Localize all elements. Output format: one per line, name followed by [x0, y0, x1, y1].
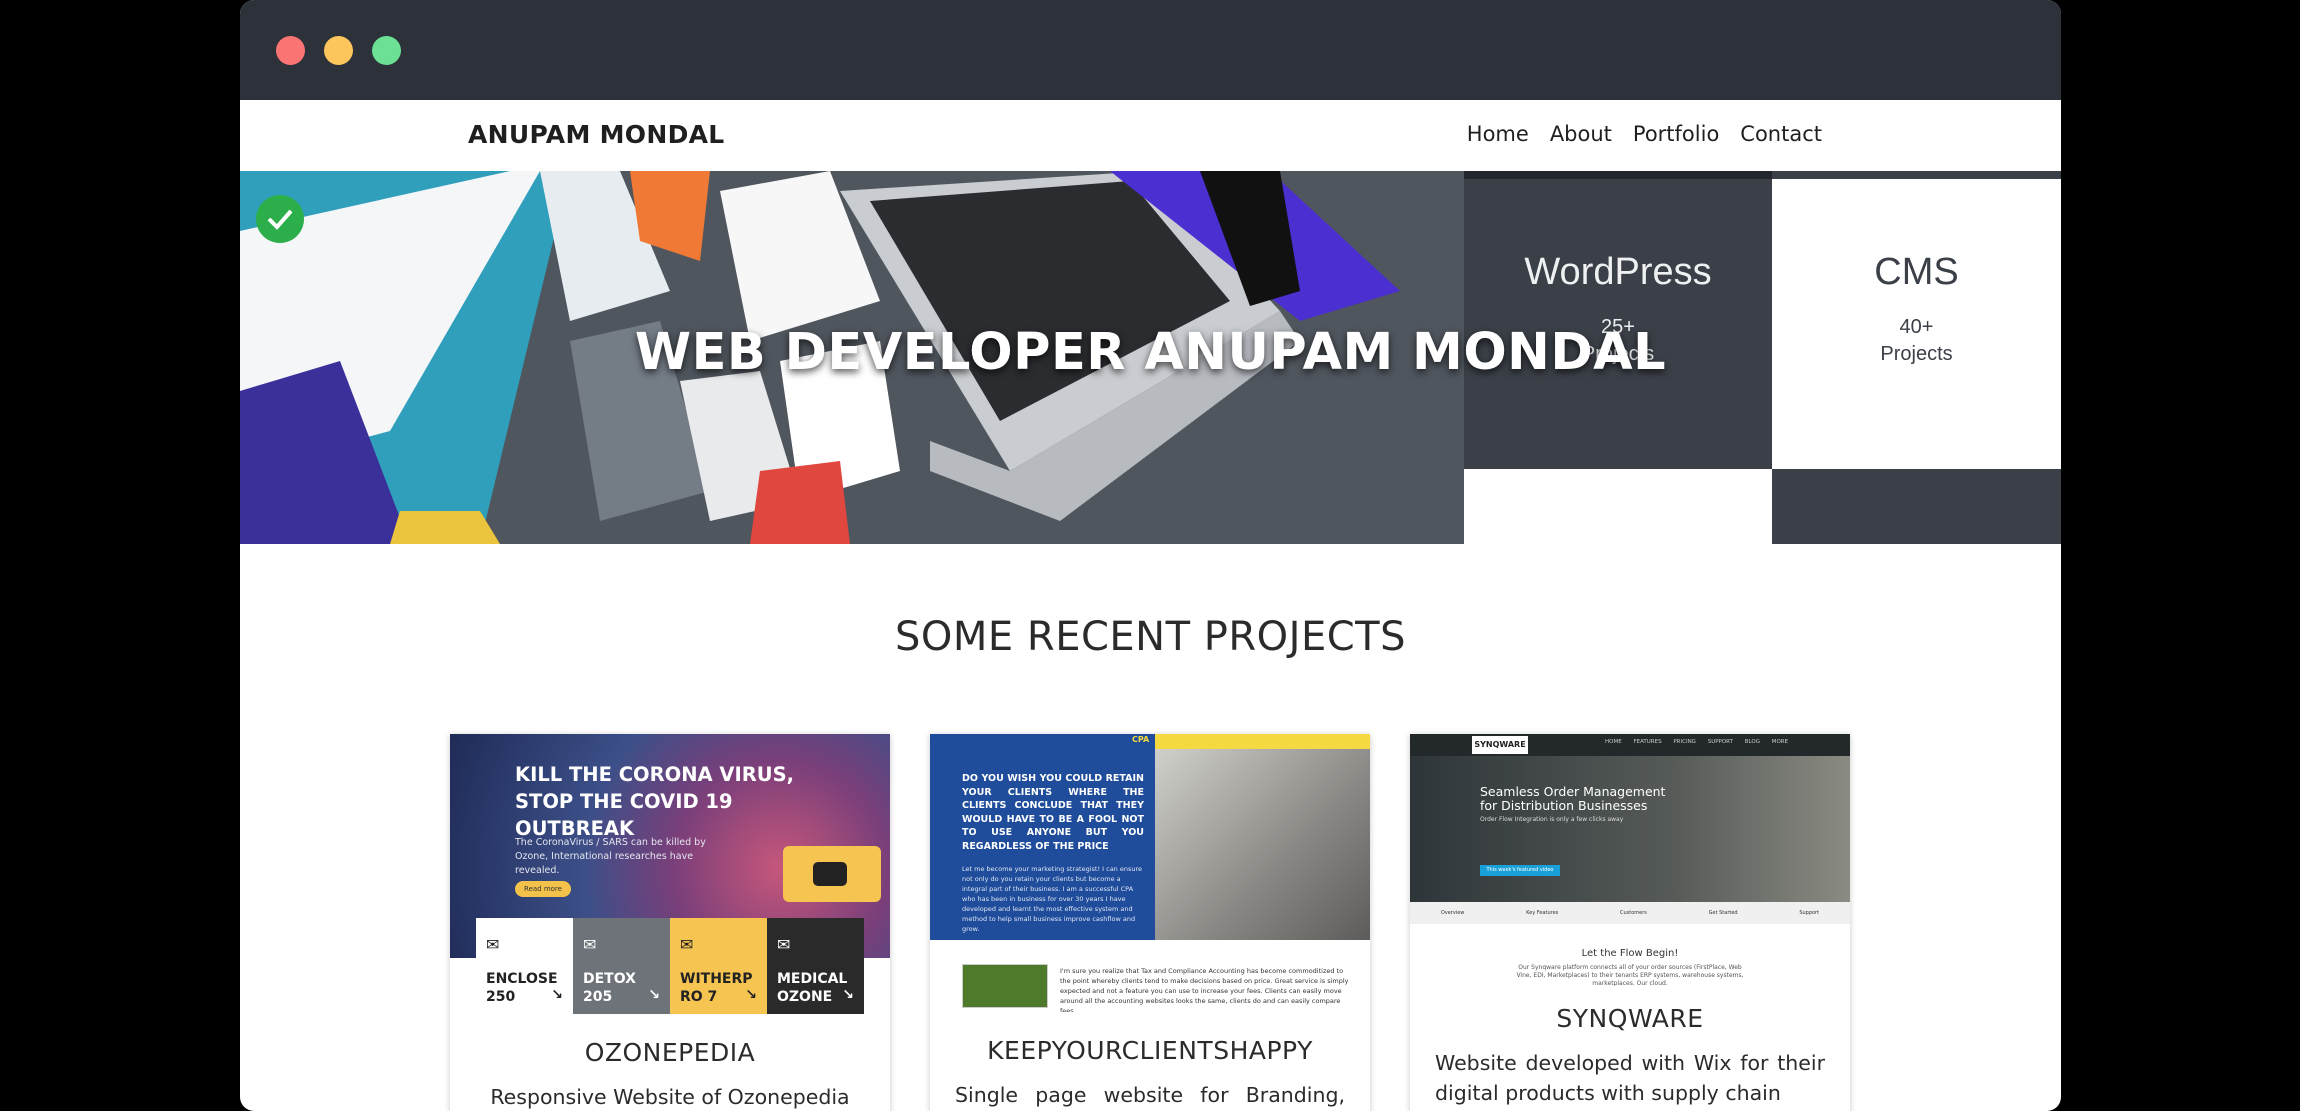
project-card-ozonepedia[interactable]: KILL THE CORONA VIRUS, STOP THE COVID 19…: [450, 734, 890, 1111]
nav-link-about[interactable]: About: [1550, 122, 1612, 146]
close-window-button[interactable]: [276, 36, 305, 65]
projects-heading: SOME RECENT PROJECTS: [895, 614, 1406, 660]
kyc-portrait-image: [962, 964, 1048, 1008]
product-tile-label: MEDICAL OZONE: [777, 971, 848, 1005]
synqware-tab: Overview: [1440, 910, 1465, 916]
synqware-menu-item: BLOG: [1744, 739, 1760, 745]
ozonepedia-headline: KILL THE CORONA VIRUS, STOP THE COVID 19…: [515, 763, 795, 840]
hero-title: WEB DEVELOPER ANUPAM MONDAL: [634, 323, 1667, 382]
nav-link-portfolio[interactable]: Portfolio: [1633, 122, 1719, 146]
ozonepedia-read-more-button: Read more: [515, 881, 571, 897]
site-navbar: ANUPAM MONDAL Home About Portfolio Conta…: [240, 100, 2061, 171]
kyc-cpa-badge: CPA: [1132, 735, 1150, 744]
synqware-video-button: This week's featured video: [1480, 865, 1560, 876]
project-description: Single page website for Branding,: [955, 1083, 1345, 1107]
synqware-tab: Support: [1799, 910, 1820, 916]
nav-link-home[interactable]: Home: [1467, 122, 1529, 146]
synqware-menu-item: SUPPORT: [1707, 739, 1733, 745]
project-card-synqware[interactable]: SYNQWARE HOME FEATURES PRICING SUPPORT B…: [1410, 734, 1850, 1111]
kyc-headline: DO YOU WISH YOU COULD RETAIN YOUR CLIENT…: [962, 773, 1144, 852]
project-description: Website developed with Wix for their dig…: [1435, 1051, 1825, 1105]
product-tile-label: DETOX 205: [583, 971, 636, 1005]
synqware-tabs: Overview Key Features Customers Get Star…: [1410, 902, 1850, 924]
ozonepedia-screenshot[interactable]: KILL THE CORONA VIRUS, STOP THE COVID 19…: [450, 734, 890, 1014]
synqware-menu-item: HOME: [1605, 739, 1622, 745]
product-tile: ✉ MEDICAL OZONE ↘: [767, 918, 864, 1014]
kyc-top-bar: [1155, 734, 1370, 749]
synqware-logo: SYNQWARE: [1472, 736, 1528, 754]
arrow-down-right-icon: ↘: [842, 987, 854, 1003]
product-tile: ✉ WITHERPRO 7 ↘: [670, 918, 767, 1014]
synqware-subtext: Order Flow Integration is only a few cli…: [1480, 816, 1624, 823]
kyc-body-secondary: I'm sure you realize that Tax and Compli…: [1060, 967, 1349, 1012]
synqware-menu-item: MORE: [1771, 739, 1789, 745]
synqware-screenshot[interactable]: SYNQWARE HOME FEATURES PRICING SUPPORT B…: [1410, 734, 1850, 986]
product-tile: ✉ ENCLOSE 250 ↘: [476, 918, 573, 1014]
envelope-icon: ✉: [486, 935, 500, 954]
arrow-down-right-icon: ↘: [648, 987, 660, 1003]
synqware-menu-item: PRICING: [1673, 739, 1696, 745]
project-title: KEEPYOURCLIENTSHAPPY: [987, 1036, 1313, 1065]
synqware-tab: Key Features: [1526, 910, 1559, 916]
project-title: SYNQWARE: [1556, 1004, 1704, 1033]
synqware-tab: Customers: [1620, 910, 1647, 916]
site-brand[interactable]: ANUPAM MONDAL: [468, 120, 725, 149]
product-tile-label: ENCLOSE 250: [486, 971, 558, 1005]
project-title: OZONEPEDIA: [584, 1038, 756, 1067]
wordpress-tile-title: WordPress: [1524, 251, 1712, 293]
project-description: Responsive Website of Ozonepedia with: [490, 1085, 850, 1109]
title-bar: [240, 0, 2061, 100]
main-nav: Home About Portfolio Contact: [1467, 122, 1822, 146]
kyc-body: Let me become your marketing strategist!…: [962, 865, 1143, 933]
play-icon: [783, 846, 881, 902]
minimize-window-button[interactable]: [324, 36, 353, 65]
envelope-icon: ✉: [777, 935, 791, 954]
hero-banner: WordPress 25+ Projects CMS 40+ Projects …: [240, 171, 2061, 544]
cms-tile-title: CMS: [1874, 251, 1959, 293]
ozonepedia-subtext: The CoronaVirus / SARS can be killed by …: [515, 837, 706, 876]
synqware-hero-image: [1410, 734, 1850, 902]
synqware-flow-title: Let the Flow Begin!: [1581, 948, 1679, 959]
project-card-keepyourclientshappy[interactable]: CPA DO YOU WISH YOU COULD RETAIN YOUR CL…: [930, 734, 1370, 1111]
browser-window: ANUPAM MONDAL Home About Portfolio Conta…: [240, 0, 2061, 1111]
synqware-tab: Get Started: [1708, 910, 1738, 916]
keepyourclientshappy-screenshot[interactable]: CPA DO YOU WISH YOU COULD RETAIN YOUR CL…: [930, 734, 1370, 1012]
synqware-menu: HOME FEATURES PRICING SUPPORT BLOG MORE: [1605, 739, 1788, 745]
maximize-window-button[interactable]: [372, 36, 401, 65]
arrow-down-right-icon: ↘: [551, 987, 563, 1003]
synqware-menu-item: FEATURES: [1633, 739, 1662, 745]
ozonepedia-product-tiles: ✉ ENCLOSE 250 ↘ ✉ DETOX 205 ↘ ✉ WITHERPR…: [476, 918, 864, 1014]
kyc-hero-photo: [1155, 734, 1370, 940]
synqware-headline: Seamless Order Management for Distributi…: [1480, 784, 1666, 813]
product-tile: ✉ DETOX 205 ↘: [573, 918, 670, 1014]
nav-link-contact[interactable]: Contact: [1740, 122, 1822, 146]
envelope-icon: ✉: [680, 935, 694, 954]
synqware-flow-text: Our Synqware platform connects all of yo…: [1516, 964, 1744, 986]
envelope-icon: ✉: [583, 935, 597, 954]
arrow-down-right-icon: ↘: [745, 987, 757, 1003]
